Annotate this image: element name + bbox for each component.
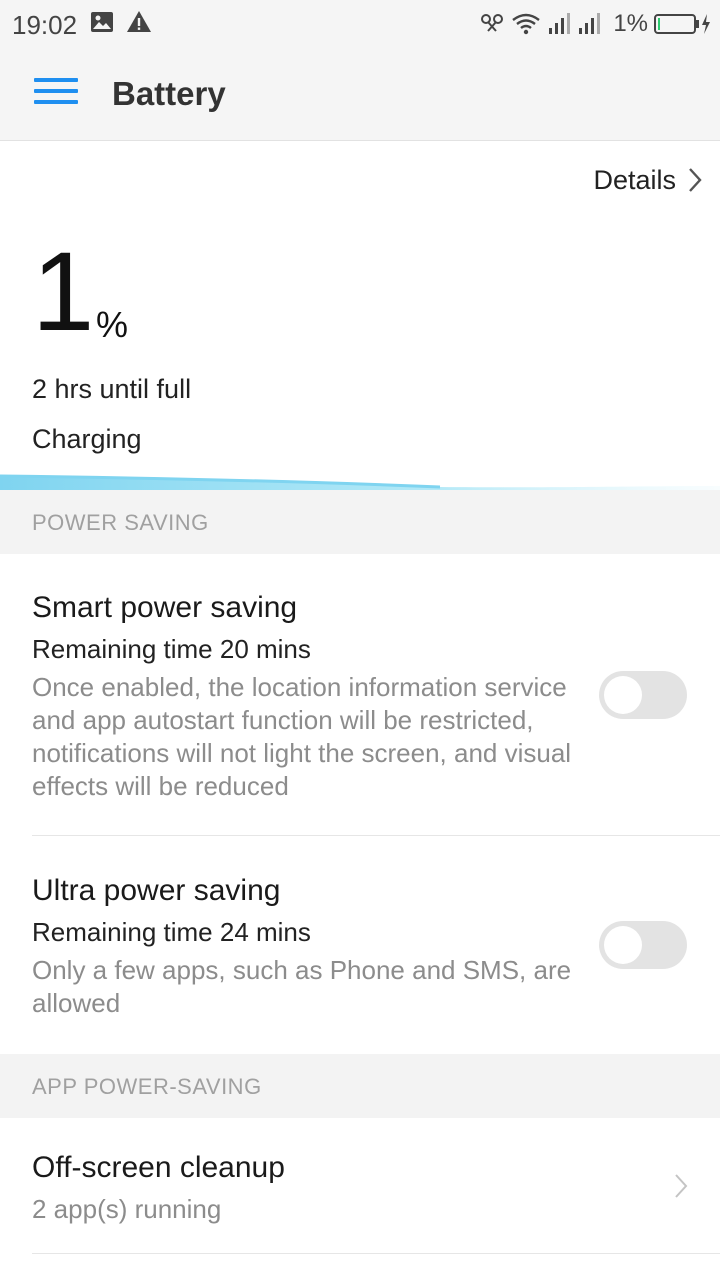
battery-charging-icon — [654, 14, 710, 34]
wifi-icon — [512, 13, 541, 35]
offscreen-cleanup-title: Off-screen cleanup — [32, 1151, 285, 1184]
details-label: Details — [593, 164, 676, 195]
app-bar: Battery — [0, 48, 720, 141]
alert-icon — [127, 11, 151, 32]
time-to-full: 2 hrs until full — [32, 374, 192, 404]
toggle-knob — [604, 926, 642, 964]
details-link[interactable]: Details — [593, 160, 702, 200]
smart-power-saving-title: Smart power saving — [32, 591, 298, 624]
ultra-power-saving-description: Only a few apps, such as Phone and SMS, … — [32, 955, 572, 1018]
charging-state: Charging — [32, 424, 142, 454]
ultra-power-saving-remaining: Remaining time 24 mins — [32, 917, 311, 947]
divider — [32, 1253, 720, 1254]
signal-icon — [549, 13, 571, 34]
chevron-right-icon — [689, 168, 702, 192]
page-title: Battery — [112, 75, 226, 112]
toggle-knob — [604, 676, 642, 714]
link-icon — [481, 14, 504, 32]
smart-power-saving-toggle[interactable] — [599, 671, 687, 719]
status-battery-percent: 1% — [613, 10, 648, 37]
image-icon — [91, 12, 113, 32]
offscreen-cleanup-subtitle: 2 app(s) running — [32, 1194, 222, 1224]
battery-level-wave — [0, 474, 720, 492]
status-bar: 19:02 1% — [0, 0, 720, 48]
chevron-right-icon — [675, 1174, 688, 1198]
status-right-icons: 1% — [479, 10, 712, 38]
battery-percent-sign: % — [96, 304, 129, 345]
ultra-power-saving-title: Ultra power saving — [32, 874, 281, 907]
battery-percent-value: 1 — [32, 229, 95, 354]
section-power-saving: POWER SAVING — [0, 490, 720, 554]
status-time: 19:02 — [12, 10, 78, 40]
smart-power-saving-remaining: Remaining time 20 mins — [32, 634, 311, 664]
divider — [32, 835, 720, 836]
ultra-power-saving-toggle[interactable] — [599, 921, 687, 969]
menu-icon[interactable] — [34, 78, 78, 112]
signal-icon — [579, 13, 601, 34]
smart-power-saving-description: Once enabled, the location information s… — [32, 672, 572, 801]
status-left-icons — [90, 10, 152, 34]
section-power-saving-label: POWER SAVING — [32, 510, 209, 535]
section-app-power-saving: APP POWER-SAVING — [0, 1054, 720, 1118]
section-app-power-saving-label: APP POWER-SAVING — [32, 1074, 262, 1099]
